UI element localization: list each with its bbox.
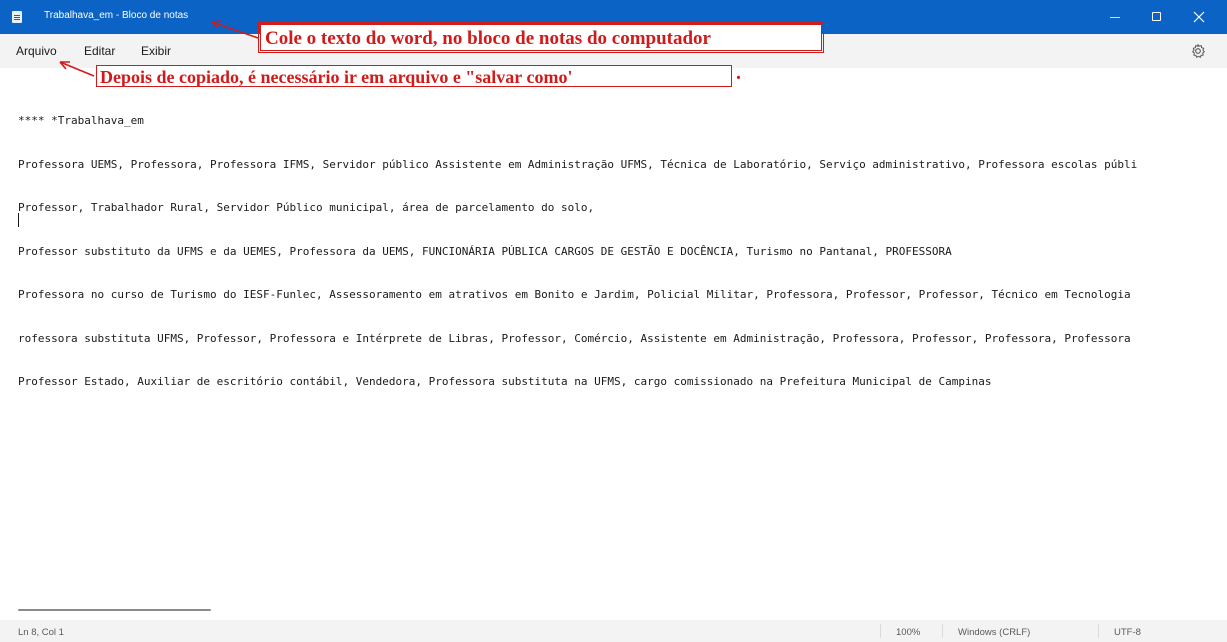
minimize-button[interactable] [1095, 0, 1135, 34]
horizontal-scrollbar[interactable] [18, 609, 211, 611]
close-icon [1193, 11, 1205, 23]
window-title: Trabalhava_em - Bloco de notas [44, 10, 189, 21]
status-bar: Ln 8, Col 1 100% Windows (CRLF) UTF-8 [0, 620, 1227, 642]
text-line: rofessora substituta UFMS, Professor, Pr… [18, 331, 1131, 345]
notepad-icon [12, 11, 22, 23]
cursor-position: Ln 8, Col 1 [18, 627, 64, 638]
text-editor[interactable]: **** *Trabalhava_em Professora UEMS, Pro… [0, 68, 1227, 620]
annotation-save-instruction: Depois de copiado, é necessário ir em ar… [96, 65, 732, 87]
zoom-level[interactable]: 100% [896, 627, 920, 638]
document-text: **** *Trabalhava_em Professora UEMS, Pro… [18, 85, 1137, 419]
status-divider [942, 624, 943, 638]
menu-exibir[interactable]: Exibir [141, 44, 171, 58]
gear-icon[interactable] [1190, 43, 1206, 59]
encoding[interactable]: UTF-8 [1114, 627, 1141, 638]
menu-editar[interactable]: Editar [84, 44, 115, 58]
text-line: Professora UEMS, Professora, Professora … [18, 157, 1138, 171]
close-button[interactable] [1179, 0, 1219, 34]
text-caret [18, 213, 19, 227]
status-divider [1098, 624, 1099, 638]
text-line: Professora no curso de Turismo do IESF-F… [18, 288, 1131, 301]
maximize-button[interactable] [1137, 0, 1177, 34]
annotation-paste-instruction: Cole o texto do word, no bloco de notas … [260, 24, 822, 51]
text-line: Professor substituto da UFMS e da UEMES,… [18, 244, 952, 258]
text-line: Professor Estado, Auxiliar de escritório… [18, 375, 992, 388]
status-divider [880, 624, 881, 638]
text-line: Professor, Trabalhador Rural, Servidor P… [18, 201, 595, 214]
line-ending[interactable]: Windows (CRLF) [958, 627, 1030, 638]
menu-arquivo[interactable]: Arquivo [16, 44, 57, 58]
text-line: **** *Trabalhava_em [18, 114, 144, 127]
annotation-trailing-dot: . [736, 62, 741, 84]
